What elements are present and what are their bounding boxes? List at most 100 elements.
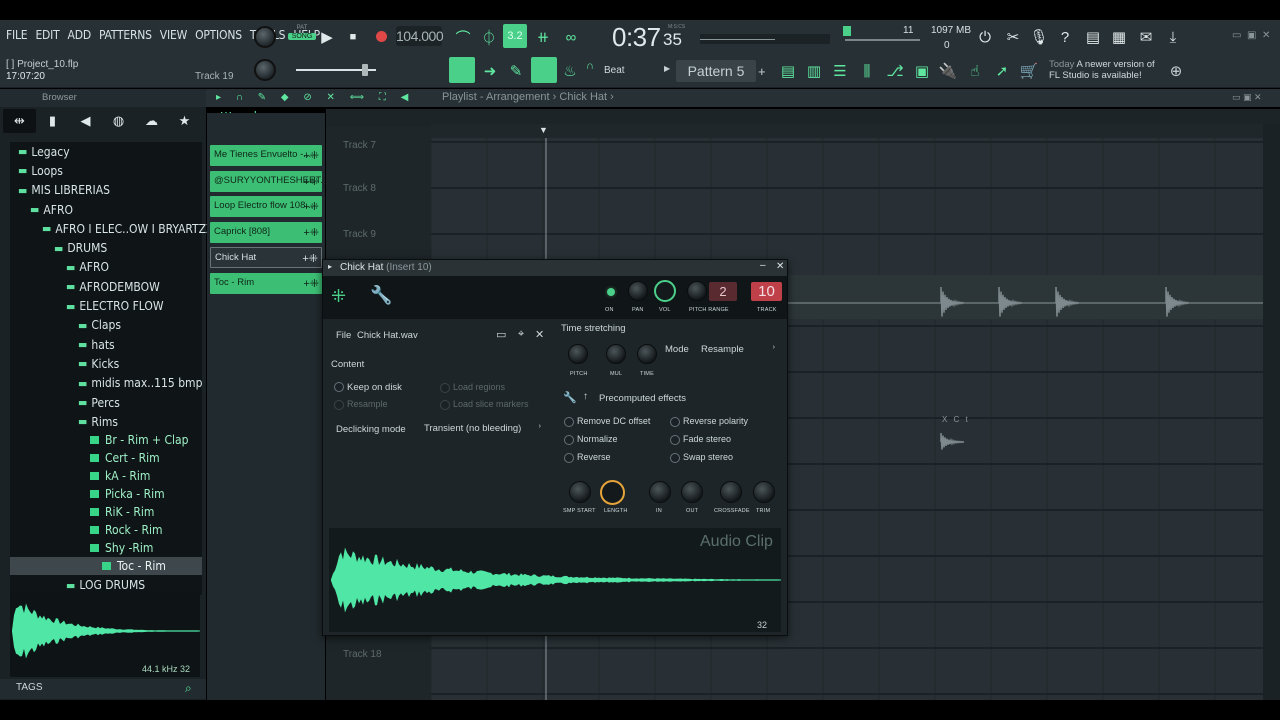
remove-file-icon[interactable]: ✕ [535, 328, 544, 341]
power-icon[interactable]: ⏻ [974, 26, 996, 48]
browser-file-item[interactable]: RiK - Rim [10, 503, 202, 522]
master-pitch-knob[interactable] [254, 59, 276, 81]
browser-folder-item[interactable]: ▬ AFRO [10, 257, 202, 278]
pitch-range-value[interactable]: 2 [709, 282, 737, 301]
add-channel-icon[interactable]: +⁜ [302, 252, 318, 265]
globe-icon[interactable]: ⊕ [1165, 60, 1187, 82]
browser-folder-item[interactable]: ▬ Legacy [10, 142, 202, 162]
help-icon[interactable]: ? [1054, 26, 1076, 48]
export-icon[interactable]: ⤓ [1162, 26, 1184, 48]
ts-pitch-knob[interactable] [568, 344, 588, 364]
online-tab[interactable]: ◍ [102, 109, 135, 133]
close-icon[interactable]: ✕ [776, 261, 784, 272]
ts-mul-knob[interactable] [606, 344, 626, 364]
menu-patterns[interactable]: PATTERNS [99, 28, 152, 46]
add-pattern-icon[interactable]: + [758, 64, 766, 79]
mode-dropdown[interactable]: Resample › [696, 342, 778, 358]
channel-picker-item[interactable]: Me Tienes Envuelto -... +⁜ [210, 145, 322, 166]
metronome-icon[interactable]: ⌒ [452, 26, 474, 48]
tempo-display[interactable]: 104.000 [396, 26, 444, 46]
browser-folder-item[interactable]: ▬ AFRO [10, 199, 202, 220]
channel-picker-item[interactable]: Loop Electro flow 108... +⁜ [210, 196, 322, 217]
playhead-marker-icon[interactable]: ▼ [539, 125, 548, 135]
length-knob[interactable] [600, 480, 625, 505]
add-channel-icon[interactable]: +⁜ [303, 175, 319, 188]
timeline-ruler[interactable]: ▼ [431, 124, 1263, 138]
remove-dc-offset-checkbox[interactable]: Remove DC offset [564, 416, 650, 427]
microphone-icon[interactable]: 🎙 [1028, 26, 1050, 48]
channel-picker-item[interactable]: @SURYYONTHESHEET... +⁜ [210, 170, 322, 192]
channel-picker-item[interactable]: Toc - Rim +⁜ [210, 272, 322, 294]
browser-folder-item[interactable]: ▬ MIS LIBRERIAS [10, 180, 202, 200]
browser-folder-item[interactable]: ▬ midis max..115 bmp [10, 373, 202, 393]
add-channel-icon[interactable]: +⁜ [303, 200, 319, 213]
pattern-prev-icon[interactable]: ▶ [664, 64, 670, 73]
search-icon[interactable]: ⌕ [185, 681, 192, 696]
rocket-icon[interactable]: ➚ [991, 60, 1013, 82]
load-regions-checkbox[interactable]: Load regions [440, 382, 505, 393]
browser-folder-item[interactable]: ▬ AFRO I ELEC..OW I BRYARTZZ [10, 219, 213, 239]
add-channel-icon[interactable]: +⁜ [303, 277, 319, 290]
track-label[interactable]: Track 18 [343, 649, 382, 660]
waveform-tab-icon[interactable]: ⁜ [331, 286, 346, 307]
minimize-icon[interactable]: – [760, 260, 766, 271]
browser-file-item[interactable]: kA - Rim [10, 467, 202, 486]
shop-icon[interactable]: 🛒 [1018, 60, 1040, 82]
menu-arrow-icon[interactable]: ▸ [328, 262, 332, 271]
reverse-checkbox[interactable]: Reverse [564, 452, 611, 463]
draw-tool-icon[interactable]: ✎ [505, 60, 527, 82]
channel-rack-icon[interactable]: ☰ [829, 60, 851, 82]
browser-folder-item[interactable]: ▬ Percs [10, 392, 202, 413]
menu-add[interactable]: ADD [68, 28, 92, 46]
in-knob[interactable] [649, 481, 671, 503]
browser-file-item[interactable]: Toc - Rim [10, 557, 202, 576]
playlist-window-controls[interactable]: ▭ ▣ ✕ [1232, 92, 1262, 103]
step-edit-button[interactable]: 3.2 [503, 24, 527, 48]
pat-song-toggle[interactable]: PAT SONG [288, 25, 316, 49]
mixer-icon[interactable]: ⫼ [856, 60, 878, 82]
loop-record-icon[interactable]: ∞ [560, 26, 582, 48]
load-slice-markers-checkbox[interactable]: Load slice markers [440, 399, 529, 410]
cloud-tab[interactable]: ☁ [135, 109, 168, 133]
touch-icon[interactable]: ☝ [964, 60, 986, 82]
menu-edit[interactable]: EDIT [35, 28, 59, 46]
plugin-icon[interactable]: 🔌 [937, 60, 959, 82]
pattern-selector[interactable]: Pattern 5 [676, 60, 756, 82]
stamp-icon[interactable]: ♨ [559, 60, 581, 82]
all-files-tab[interactable]: ⇹ [3, 109, 36, 133]
channel-on-led[interactable] [605, 286, 617, 298]
browser-folder-item[interactable]: ▬ Rims [10, 412, 202, 432]
window-controls[interactable]: ▭ ▣ ✕ [1232, 30, 1270, 41]
keep-on-disk-checkbox[interactable]: Keep on disk [334, 382, 402, 393]
arrow-right-icon[interactable]: ➜ [479, 60, 501, 82]
tools-icon[interactable]: ✂ [1002, 26, 1024, 48]
trim-knob[interactable] [753, 481, 775, 503]
channel-settings-titlebar[interactable]: ▸ Chick Hat (Insert 10) – ✕ [323, 260, 787, 276]
play-button[interactable]: ▶ [316, 26, 338, 48]
volume-knob[interactable] [654, 280, 676, 302]
out-knob[interactable] [681, 481, 703, 503]
open-folder-icon[interactable]: ▭ [496, 328, 506, 341]
normalize-checkbox[interactable]: Normalize [564, 434, 618, 445]
swap-stereo-checkbox[interactable]: Swap stereo [670, 452, 733, 463]
menu-view[interactable]: VIEW [160, 28, 187, 46]
stop-button[interactable]: ■ [342, 26, 364, 48]
playlist-tools[interactable]: ▸ ∩ ✎ ◆ ⊘ ✕ ⟺ ⛶ ◀ [216, 92, 414, 103]
add-channel-icon[interactable]: +⁜ [303, 149, 319, 162]
playlist-button[interactable] [449, 57, 475, 83]
browser-folder-item[interactable]: ▬ Kicks [10, 354, 202, 374]
locate-icon[interactable]: ⌖ [518, 328, 524, 341]
wrench-tab-icon[interactable]: 🔧 [370, 285, 392, 306]
browser-folder-item[interactable]: ▬ AFRODEMBOW [10, 277, 202, 297]
menu-options[interactable]: OPTIONS [195, 28, 242, 46]
mixer-track-value[interactable]: 10 [751, 282, 782, 301]
channel-picker-item[interactable]: Caprick [808] +⁜ [210, 221, 322, 243]
declicking-dropdown[interactable]: Transient (no bleeding) › [419, 421, 545, 437]
menu-file[interactable]: FILE [6, 28, 28, 46]
chat-icon[interactable]: ✉ [1135, 26, 1157, 48]
wait-input-icon[interactable]: ⏀ [478, 26, 500, 48]
ts-time-knob[interactable] [637, 344, 657, 364]
track-label[interactable]: Track 9 [343, 229, 376, 240]
add-channel-icon[interactable]: +⁜ [303, 226, 319, 239]
master-volume-slider[interactable] [296, 64, 376, 76]
